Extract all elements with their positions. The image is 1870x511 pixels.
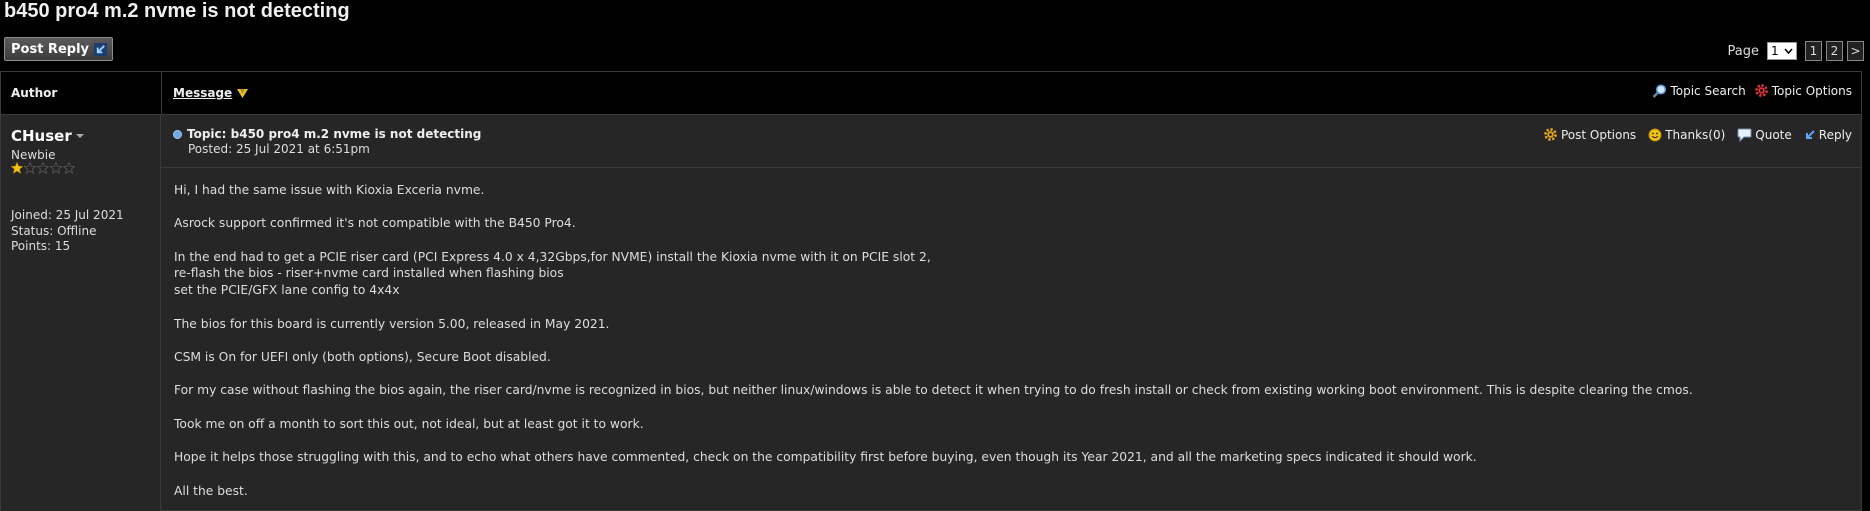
author-username-link[interactable]: CHuser	[11, 127, 84, 145]
star-empty-icon	[37, 162, 49, 174]
post-options-button[interactable]: Post Options	[1543, 127, 1636, 142]
rank-stars	[11, 162, 75, 174]
star-empty-icon	[50, 162, 62, 174]
post-text-line: set the PCIE/GFX lane config to 4x4x	[174, 283, 400, 298]
page-select-value: 1	[1771, 44, 1779, 58]
star-filled-icon	[11, 162, 23, 174]
thanks-label: Thanks(0)	[1665, 127, 1726, 142]
post-header: Topic: b450 pro4 m.2 nvme is not detecti…	[161, 115, 1861, 168]
next-page-link[interactable]: >	[1847, 41, 1864, 61]
red-gear-icon	[1754, 84, 1768, 97]
author-rank: Newbie	[11, 148, 56, 162]
author-joined: Joined: 25 Jul 2021	[11, 208, 124, 222]
topic-options-button[interactable]: Topic Options	[1754, 83, 1852, 98]
author-meta: Joined: 25 Jul 2021 Status: Offline Poin…	[11, 208, 124, 255]
magnifier-icon	[1653, 83, 1667, 98]
post-text-line: The bios for this board is currently ver…	[174, 316, 610, 331]
post-topic: Topic: b450 pro4 m.2 nvme is not detecti…	[173, 127, 481, 141]
sort-down-icon	[237, 88, 249, 98]
post-text-line: Asrock support confirmed it's not compat…	[174, 216, 576, 231]
star-empty-icon	[63, 162, 75, 174]
page-link-1[interactable]: 1	[1805, 41, 1822, 61]
message-column-label: Message	[173, 86, 233, 100]
topic-bullet-icon	[173, 129, 182, 139]
post-actions: Post Options Thanks(0) Quote Reply	[1543, 127, 1852, 142]
star-empty-icon	[24, 162, 36, 174]
post-text-line: Hi, I had the same issue with Kioxia Exc…	[174, 183, 485, 197]
post-text-line: Hope it helps those struggling with this…	[174, 450, 1477, 465]
post-text-line: CSM is On for UEFI only (both options), …	[174, 349, 551, 364]
speech-bubble-icon	[1737, 128, 1752, 142]
topic-options-label: Topic Options	[1771, 83, 1852, 98]
reply-label: Reply	[1818, 127, 1852, 142]
page-label: Page	[1727, 43, 1759, 59]
forum-thread: Author Message Topic Search Topic Option…	[0, 71, 1862, 511]
reply-arrow-icon	[94, 42, 107, 56]
message-sort-link[interactable]: Message	[173, 86, 249, 100]
thanks-button[interactable]: Thanks(0)	[1648, 127, 1725, 142]
smiley-icon	[1648, 128, 1662, 141]
reply-arrow-icon	[1805, 129, 1815, 139]
topic-search-button[interactable]: Topic Search	[1652, 83, 1746, 98]
reply-button[interactable]: Reply	[1804, 127, 1852, 142]
gear-icon	[1544, 128, 1557, 141]
post-options-label: Post Options	[1560, 127, 1637, 142]
post-text-line: re-flash the bios - riser+nvme card inst…	[174, 266, 564, 281]
thread-header: Author Message Topic Search Topic Option…	[1, 72, 1861, 115]
author-status: Status: Offline	[11, 223, 97, 238]
author-points: Points: 15	[11, 239, 71, 253]
author-panel: CHuser Newbie Joined: 25 Jul 2021 Status…	[1, 115, 161, 511]
thread-tools: Topic Search Topic Options	[1652, 83, 1852, 98]
page-title: b450 pro4 m.2 nvme is not detecting	[4, 0, 350, 22]
post-body: Hi, I had the same issue with Kioxia Exc…	[174, 182, 1844, 499]
page-select[interactable]: 1	[1767, 42, 1797, 60]
post-text-line: For my case without flashing the bios ag…	[174, 383, 1693, 398]
post-text-line: In the end had to get a PCIE riser card …	[174, 249, 931, 264]
post-reply-button[interactable]: Post Reply	[4, 37, 113, 61]
quote-button[interactable]: Quote	[1737, 127, 1792, 142]
post-text-line: All the best.	[174, 483, 248, 498]
quote-label: Quote	[1755, 127, 1792, 142]
page-link-2[interactable]: 2	[1826, 41, 1843, 61]
topic-search-label: Topic Search	[1670, 83, 1746, 98]
chevron-down-icon	[1784, 48, 1793, 54]
column-divider	[161, 72, 162, 115]
author-username: CHuser	[11, 127, 72, 145]
post-topic-title: Topic: b450 pro4 m.2 nvme is not detecti…	[187, 127, 482, 141]
pagination: Page 1 1 2 >	[1728, 41, 1864, 61]
post-date: Posted: 25 Jul 2021 at 6:51pm	[188, 142, 370, 156]
author-column-header: Author	[11, 86, 58, 100]
post-text-line: Took me on off a month to sort this out,…	[174, 416, 644, 431]
caret-down-icon	[75, 134, 84, 138]
post-reply-label: Post Reply	[11, 41, 89, 57]
